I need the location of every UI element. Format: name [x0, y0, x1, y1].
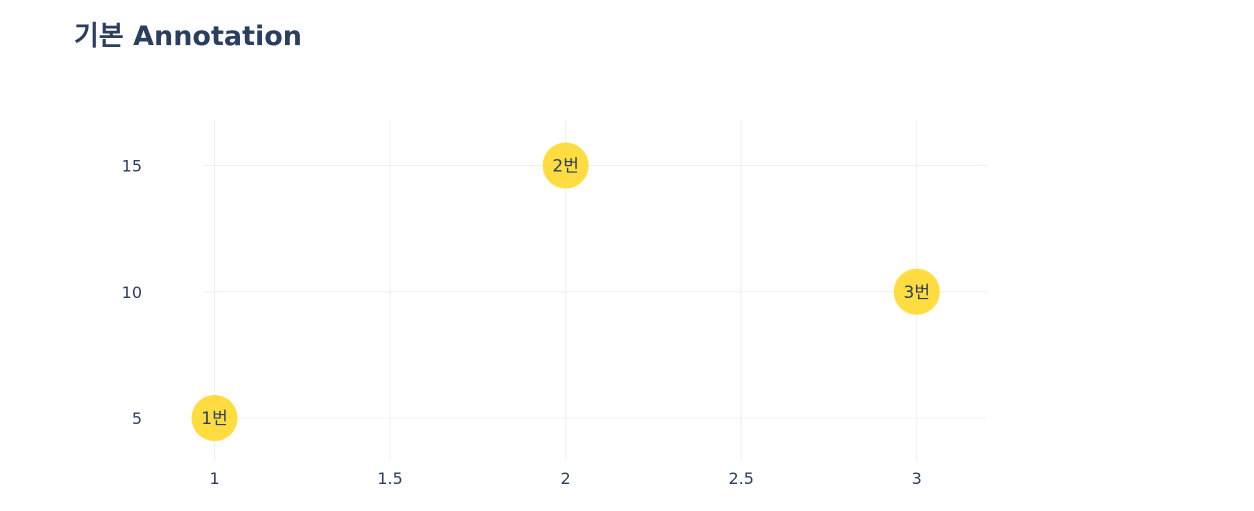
y-tick-label: 15 [122, 156, 142, 175]
x-tick-label: 1.5 [377, 469, 402, 488]
x-axis-ticks: 1 1.5 2 2.5 3 [209, 469, 921, 488]
x-tick-label: 2.5 [728, 469, 753, 488]
x-tick-label: 2 [561, 469, 571, 488]
data-point-label: 1번 [201, 409, 227, 429]
y-axis-ticks: 5 10 15 [122, 156, 142, 428]
data-point-label: 3번 [904, 283, 930, 303]
grid [204, 120, 987, 461]
y-tick-label: 10 [122, 283, 142, 302]
y-tick-label: 5 [132, 409, 142, 428]
data-point-label: 2번 [552, 156, 578, 176]
x-tick-label: 3 [912, 469, 922, 488]
x-tick-label: 1 [209, 469, 219, 488]
scatter-plot: 1 1.5 2 2.5 3 5 10 15 1번 2번 3번 [122, 120, 987, 488]
